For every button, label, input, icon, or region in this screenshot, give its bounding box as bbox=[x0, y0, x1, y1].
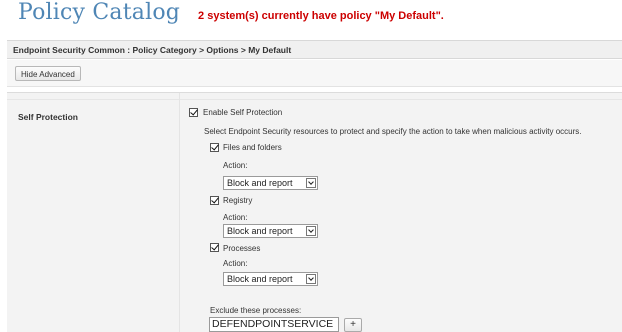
files-and-folders-checkbox[interactable] bbox=[210, 143, 219, 152]
chevron-down-icon[interactable] bbox=[306, 178, 316, 188]
self-protection-section: Self Protection Enable Self Protection S… bbox=[7, 92, 622, 332]
processes-action-select[interactable]: Block and report bbox=[223, 272, 318, 286]
self-protection-description: Select Endpoint Security resources to pr… bbox=[204, 127, 582, 136]
title-row: Policy Catalog 2 system(s) currently hav… bbox=[18, 0, 444, 34]
exclude-processes-input[interactable]: DEFENDPOINTSERVICE bbox=[209, 317, 339, 332]
chevron-down-icon[interactable] bbox=[306, 226, 316, 236]
processes-action-label: Action: bbox=[223, 259, 248, 268]
add-process-button[interactable]: + bbox=[344, 318, 362, 332]
section-label: Self Protection bbox=[18, 112, 78, 122]
chevron-down-icon[interactable] bbox=[306, 274, 316, 284]
registry-action-value: Block and report bbox=[227, 226, 293, 236]
section-divider-line bbox=[7, 99, 622, 100]
toolbar: Hide Advanced bbox=[7, 60, 622, 87]
registry-action-select[interactable]: Block and report bbox=[223, 224, 318, 238]
registry-label: Registry bbox=[223, 196, 253, 205]
exclude-processes-label: Exclude these processes: bbox=[210, 306, 302, 315]
policy-assignment-notice: 2 system(s) currently have policy "My De… bbox=[198, 10, 444, 22]
files-and-folders-action-select[interactable]: Block and report bbox=[223, 176, 318, 190]
enable-self-protection-label: Enable Self Protection bbox=[203, 108, 283, 117]
hide-advanced-button[interactable]: Hide Advanced bbox=[15, 66, 81, 81]
registry-action-label: Action: bbox=[223, 213, 248, 222]
processes-action-value: Block and report bbox=[227, 274, 293, 284]
files-and-folders-action-value: Block and report bbox=[227, 178, 293, 188]
files-and-folders-action-label: Action: bbox=[223, 161, 248, 170]
registry-checkbox[interactable] bbox=[210, 196, 219, 205]
processes-label: Processes bbox=[223, 244, 261, 253]
page-title: Policy Catalog bbox=[18, 0, 181, 25]
column-divider bbox=[179, 93, 180, 332]
breadcrumb: Endpoint Security Common : Policy Catego… bbox=[7, 40, 622, 59]
processes-checkbox[interactable] bbox=[210, 243, 219, 252]
files-and-folders-label: Files and folders bbox=[223, 143, 282, 152]
plus-icon: + bbox=[350, 319, 356, 330]
enable-self-protection-checkbox[interactable] bbox=[189, 108, 198, 117]
